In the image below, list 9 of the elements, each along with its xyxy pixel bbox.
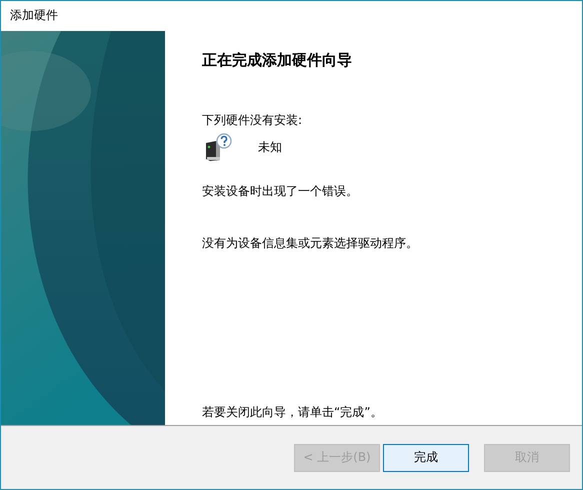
window-title: 添加硬件 [10,7,58,24]
unknown-device-icon [204,133,232,161]
close-hint: 若要关闭此向导，请单击“完成”。 [202,404,384,421]
device-name: 未知 [258,138,282,156]
dialog-button[interactable]: 完成 [383,444,469,472]
not-installed-label: 下列硬件没有安装: [202,112,304,129]
wizard-heading: 正在完成添加硬件向导 [202,51,353,70]
detail-message: 没有为设备信息集或元素选择驱动程序。 [202,235,419,252]
error-message: 安装设备时出现了一个错误。 [202,183,359,200]
